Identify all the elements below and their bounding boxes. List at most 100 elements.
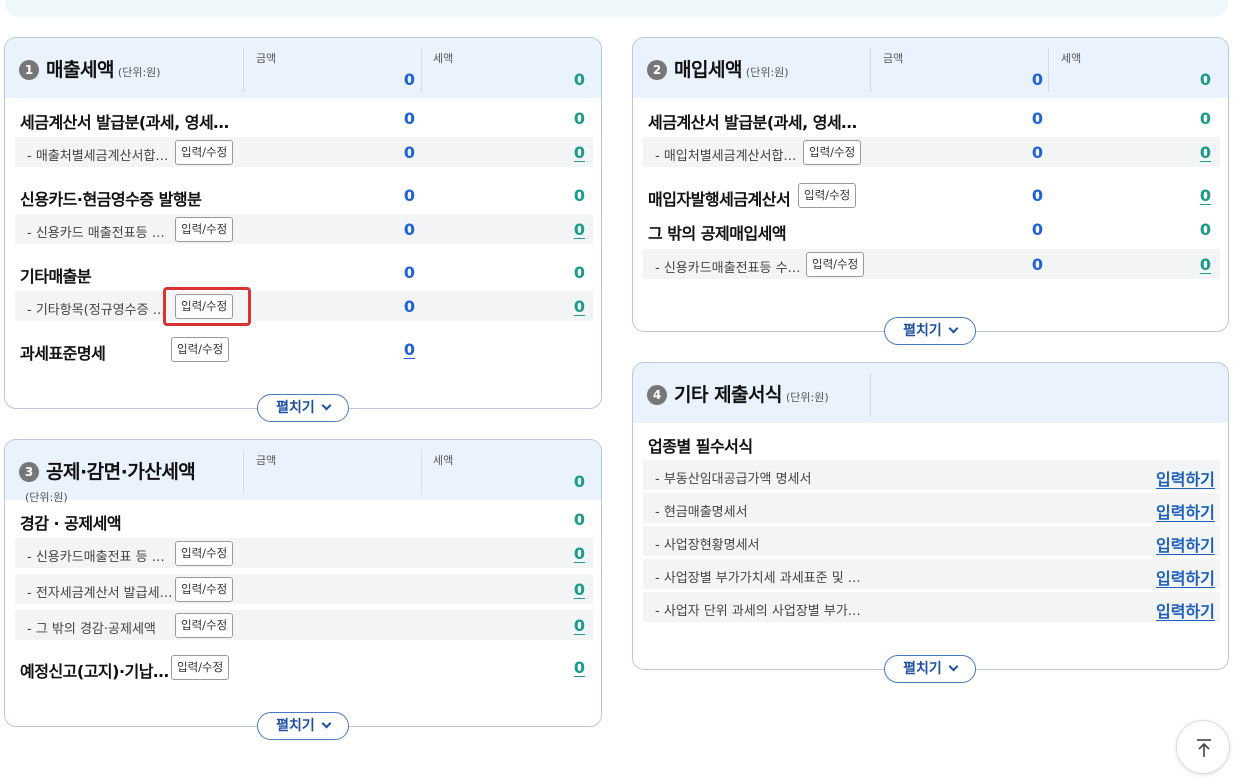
edit-button[interactable]: 입력/수정	[798, 183, 857, 208]
tax-value-link[interactable]: 0	[1171, 186, 1211, 205]
section-number-badge: 2	[647, 60, 667, 80]
edit-button[interactable]: 입력/수정	[175, 217, 234, 242]
tax-value: 0	[1199, 109, 1211, 128]
tax-header-label: 세액	[433, 52, 454, 65]
edit-button[interactable]: 입력/수정	[803, 140, 862, 165]
list-item: - 사업장별 부가가치세 과세표준 및 … 입력하기	[643, 559, 1220, 589]
table-row: 세금계산서 발급분(과세, 영세… 0 0	[643, 103, 1220, 133]
divider	[870, 48, 871, 92]
tax-value-link[interactable]: 0	[545, 544, 585, 563]
tax-value: 0	[573, 186, 585, 205]
edit-button[interactable]: 입력/수정	[175, 541, 234, 566]
row-label: - 부동산임대공급가액 명세서	[655, 472, 812, 487]
arrow-up-to-top-icon	[1197, 739, 1211, 757]
row-label: 기타매출분	[20, 267, 92, 286]
table-row: 경감 · 공제세액 0	[15, 504, 593, 534]
table-row: - 매입처별세금계산서합… 입력/수정 0 0	[643, 137, 1220, 167]
divider	[243, 48, 244, 92]
total-amount: 0	[1031, 70, 1043, 89]
write-link[interactable]: 입력하기	[1156, 565, 1215, 589]
row-label: 예정신고(고지)·기납…	[20, 662, 168, 681]
tax-header-label: 세액	[433, 454, 454, 467]
edit-button[interactable]: 입력/수정	[171, 337, 230, 362]
list-item: - 사업자 단위 과세의 사업장별 부가… 입력하기	[643, 592, 1220, 622]
highlight-box	[163, 287, 251, 326]
edit-button[interactable]: 입력/수정	[175, 577, 234, 602]
amount-value: 0	[1031, 220, 1043, 239]
row-label: - 매출처별세금계산서합…	[27, 149, 169, 164]
tax-value-link[interactable]: 0	[545, 616, 585, 635]
divider	[243, 450, 244, 494]
expand-button[interactable]: 펼치기	[884, 317, 976, 345]
deduction-tax-card: 3 공제·감면·가산세액 (단위:원) 금액 세액 0 경감 · 공제세액 0 …	[4, 439, 602, 727]
tax-value: 0	[573, 263, 585, 282]
deduction-tax-header: 3 공제·감면·가산세액 (단위:원) 금액 세액 0	[5, 440, 601, 504]
amount-value: 0	[403, 220, 415, 239]
row-label: - 현금매출명세서	[655, 505, 748, 520]
chevron-down-icon	[321, 400, 332, 411]
divider	[870, 373, 871, 417]
table-row: - 그 밖의 경감·공제세액 입력/수정 0	[15, 610, 593, 640]
tax-value: 0	[573, 109, 585, 128]
table-row: 세금계산서 발급분(과세, 영세… 0 0	[15, 103, 593, 133]
expand-button[interactable]: 펼치기	[884, 655, 976, 683]
chevron-down-icon	[948, 661, 959, 672]
row-label: 과세표준명세	[20, 344, 106, 363]
purchase-tax-card: 2 매입세액 (단위:원) 금액 0 세액 0 세금계산서 발급분(과세, 영세……	[632, 37, 1229, 332]
total-amount: 0	[403, 70, 415, 89]
write-link[interactable]: 입력하기	[1156, 499, 1215, 523]
section-title: 매출세액 (단위:원)	[46, 59, 161, 81]
total-tax: 0	[573, 472, 585, 491]
amount-value: 0	[1031, 109, 1043, 128]
section-title: 매입세액 (단위:원)	[674, 59, 789, 81]
section-number-badge: 1	[19, 60, 39, 80]
write-link[interactable]: 입력하기	[1156, 466, 1215, 490]
tax-value-link[interactable]: 0	[545, 143, 585, 162]
row-label: - 사업장현황명세서	[655, 538, 760, 553]
amount-value: 0	[403, 109, 415, 128]
table-row: 매입자발행세금계산서 입력/수정 0 0	[643, 180, 1220, 210]
total-tax: 0	[573, 70, 585, 89]
table-row: 신용카드·현금영수증 발행분 0 0	[15, 180, 593, 210]
tax-value-link[interactable]: 0	[1171, 143, 1211, 162]
row-label: - 신용카드매출전표 등 …	[27, 550, 165, 565]
row-label: 세금계산서 발급분(과세, 영세…	[648, 113, 857, 132]
edit-button[interactable]: 입력/수정	[175, 140, 234, 165]
table-row: - 신용카드매출전표등 수… 입력/수정 0 0	[643, 249, 1220, 279]
row-label: - 매입처별세금계산서합…	[655, 149, 797, 164]
row-label: 경감 · 공제세액	[20, 514, 122, 533]
amount-value-link[interactable]: 0	[375, 340, 415, 359]
table-row: - 기타항목(정규영수증 … 입력/수정 0 0	[15, 291, 593, 321]
expand-button[interactable]: 펼치기	[257, 394, 349, 422]
tax-value-link[interactable]: 0	[545, 297, 585, 316]
amount-header-label: 금액	[256, 52, 277, 65]
tax-value-link[interactable]: 0	[1171, 255, 1211, 274]
row-label: - 그 밖의 경감·공제세액	[27, 622, 156, 637]
section-number-badge: 4	[647, 385, 667, 405]
tax-value-link[interactable]: 0	[545, 658, 585, 677]
amount-value: 0	[403, 263, 415, 282]
unit-label: (단위:원)	[117, 66, 161, 79]
write-link[interactable]: 입력하기	[1156, 532, 1215, 556]
tax-value-link[interactable]: 0	[545, 580, 585, 599]
amount-value: 0	[403, 186, 415, 205]
table-row: - 신용카드 매출전표등 … 입력/수정 0 0	[15, 214, 593, 244]
row-label: - 사업자 단위 과세의 사업장별 부가…	[655, 604, 861, 619]
top-summary-strip	[5, 0, 1228, 17]
list-item: - 현금매출명세서 입력하기	[643, 493, 1220, 523]
amount-value: 0	[403, 143, 415, 162]
table-row: - 신용카드매출전표 등 … 입력/수정 0	[15, 538, 593, 568]
edit-button[interactable]: 입력/수정	[806, 252, 865, 277]
row-label: 매입자발행세금계산서	[648, 190, 791, 209]
edit-button[interactable]: 입력/수정	[171, 655, 230, 680]
write-link[interactable]: 입력하기	[1156, 598, 1215, 622]
edit-button[interactable]: 입력/수정	[175, 613, 234, 638]
other-forms-header: 4 기타 제출서식 (단위:원)	[633, 363, 1228, 423]
amount-value: 0	[1031, 143, 1043, 162]
total-tax: 0	[1199, 70, 1211, 89]
table-row: 예정신고(고지)·기납… 입력/수정 0	[15, 652, 593, 682]
tax-value-link[interactable]: 0	[545, 220, 585, 239]
scroll-to-top-button[interactable]	[1176, 720, 1230, 774]
expand-button[interactable]: 펼치기	[257, 712, 349, 740]
amount-value: 0	[1031, 255, 1043, 274]
